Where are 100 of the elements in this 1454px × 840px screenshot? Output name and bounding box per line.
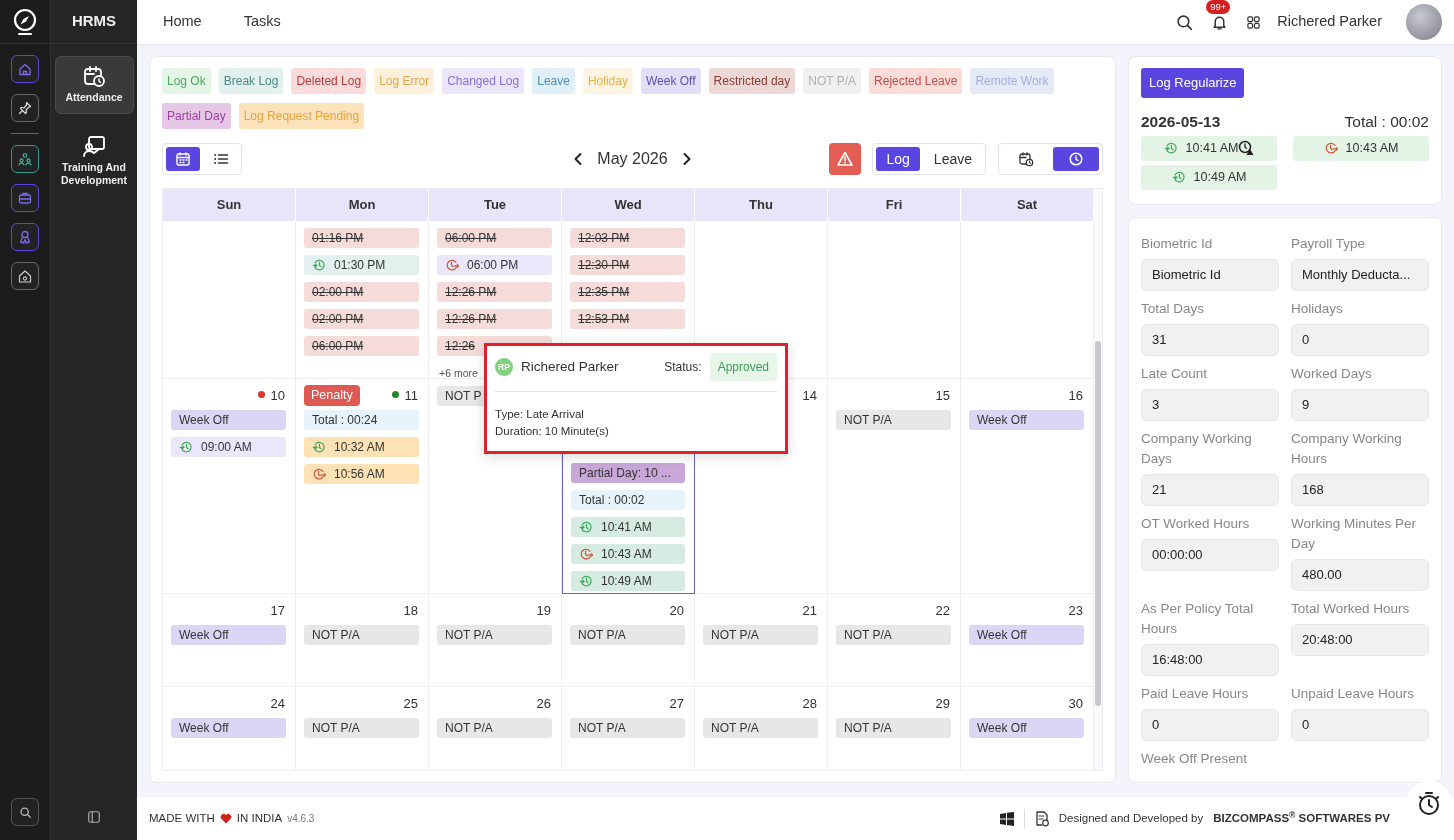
legend-tag: Rejected Leave (869, 68, 963, 94)
log-entry[interactable]: Total : 00:02 (571, 490, 685, 510)
day-number: 18 (403, 602, 418, 620)
value-field[interactable]: 0 (1291, 708, 1429, 741)
log-entry[interactable]: 12:03 PM (570, 228, 685, 248)
log-entry[interactable]: NOT P/A (703, 625, 818, 645)
calendar-clock-icon (82, 64, 106, 88)
log-entry[interactable]: 02:00 PM (304, 309, 419, 329)
value-field[interactable]: 9 (1291, 388, 1429, 421)
briefcase-button[interactable] (11, 184, 39, 212)
value-field[interactable]: Monthly Deducta... (1291, 258, 1429, 291)
value-field[interactable]: 480.00 (1291, 558, 1429, 591)
chevron-right-icon (681, 152, 692, 166)
previous-month-button[interactable] (573, 152, 584, 166)
mode-tab[interactable]: Log (876, 147, 920, 171)
log-entry[interactable]: NOT P/A (570, 625, 685, 645)
nav-link[interactable]: Tasks (243, 11, 281, 33)
log-entry[interactable]: 10:43 AM (571, 544, 685, 564)
day-number: 11 (404, 387, 418, 405)
search-icon[interactable] (1176, 13, 1194, 31)
presenter-icon (82, 133, 106, 158)
version-label: v4.6.3 (287, 812, 315, 826)
log-entry[interactable]: 01:16 PM (304, 228, 419, 248)
log-entry[interactable]: Partial Day: 10 ... (571, 463, 685, 483)
calendar-day-cell[interactable] (828, 221, 961, 379)
value-field[interactable]: 00:00:00 (1141, 538, 1279, 571)
heart-icon (219, 813, 232, 824)
log-entry[interactable]: Week Off (171, 625, 286, 645)
field-label: Late Count (1141, 364, 1209, 383)
value-field[interactable]: 0 (1291, 323, 1429, 356)
alert-button[interactable] (829, 143, 862, 175)
apps-grid-icon[interactable] (1246, 14, 1262, 30)
field-label: Unpaid Leave Hours (1291, 684, 1416, 703)
badge-button[interactable] (11, 223, 39, 251)
log-entry[interactable]: 06:00 PM (437, 255, 552, 275)
log-entry[interactable]: Week Off (171, 718, 286, 738)
log-entry[interactable]: 02:00 PM (304, 282, 419, 302)
value-field[interactable]: 31 (1141, 323, 1279, 356)
log-entry[interactable]: 09:00 AM (171, 437, 286, 457)
log-entry[interactable]: NOT P/A (437, 625, 552, 645)
log-entry[interactable]: Week Off (969, 718, 1084, 738)
log-entry[interactable]: NOT P/A (836, 718, 951, 738)
avatar[interactable] (1406, 4, 1442, 40)
log-entry[interactable]: NOT P/A (304, 718, 419, 738)
house-settings-button[interactable] (11, 262, 39, 290)
mode-tab[interactable]: Leave (923, 147, 982, 171)
log-entry[interactable]: 10:56 AM (304, 464, 419, 484)
value-field[interactable]: 0 (1141, 708, 1279, 741)
field-label: As Per Policy Total Hours (1141, 599, 1255, 638)
log-entry[interactable]: 06:00 PM (437, 228, 552, 248)
log-regularize-button[interactable]: Log Regularize (1141, 68, 1245, 98)
log-entry[interactable]: 12:26 PM (437, 282, 552, 302)
day-number: 25 (403, 695, 418, 713)
log-entry[interactable]: 12:53 PM (570, 309, 685, 329)
home-button[interactable] (11, 55, 39, 83)
log-entry[interactable]: NOT P/A (437, 718, 552, 738)
log-entry[interactable]: Week Off (969, 410, 1084, 430)
log-entry[interactable]: 12:26 PM (437, 309, 552, 329)
log-entry[interactable]: 06:00 PM (304, 336, 419, 356)
pin-button[interactable] (11, 94, 39, 122)
log-entry[interactable]: NOT P/A (836, 410, 951, 430)
log-entry[interactable]: 01:30 PM (304, 255, 419, 275)
legend-tag: Week Off (640, 68, 701, 94)
log-entry[interactable]: 10:49 AM (571, 571, 685, 591)
view-option-button[interactable] (1053, 147, 1099, 171)
badge-icon (17, 229, 33, 245)
log-entry[interactable]: 10:41 AM (571, 517, 685, 537)
user-name[interactable]: Richered Parker (1277, 11, 1382, 33)
log-entry[interactable]: NOT P/A (304, 625, 419, 645)
value-field[interactable]: 3 (1141, 388, 1279, 421)
windows-icon[interactable] (999, 811, 1014, 826)
compass-logo-icon[interactable] (12, 7, 38, 36)
document-icon[interactable] (1034, 810, 1049, 827)
people-button[interactable] (11, 145, 39, 173)
log-entry[interactable]: NOT P/A (836, 625, 951, 645)
sidebar-toggle-icon[interactable] (87, 810, 101, 825)
log-entry[interactable]: Total : 00:24 (304, 410, 419, 430)
search-button[interactable] (11, 798, 39, 826)
legend-tag: NOT P/A (803, 68, 862, 94)
scrollbar[interactable] (1095, 341, 1101, 706)
next-month-button[interactable] (681, 152, 692, 166)
more-link[interactable]: +6 more (439, 366, 478, 378)
log-entry[interactable]: Week Off (171, 410, 286, 430)
value-field[interactable]: 21 (1141, 473, 1279, 506)
log-entry[interactable]: NOT P/A (570, 718, 685, 738)
value-field[interactable]: 16:48:00 (1141, 643, 1279, 676)
value-field[interactable]: 20:48:00 (1291, 623, 1429, 656)
value-field[interactable]: Biometric Id (1141, 258, 1279, 291)
log-entry[interactable]: 12:35 PM (570, 282, 685, 302)
value-field[interactable]: 168 (1291, 473, 1429, 506)
log-entry[interactable]: 10:32 AM (304, 437, 419, 457)
log-entry[interactable]: 12:30 PM (570, 255, 685, 275)
sidebar-item[interactable]: Attendance (54, 56, 134, 114)
sidebar-item[interactable]: Training And Development (54, 125, 134, 197)
log-entry[interactable]: Week Off (969, 625, 1084, 645)
calendar-day-cell[interactable] (163, 221, 296, 379)
calendar-view-button[interactable] (166, 147, 200, 171)
nav-link[interactable]: Home (163, 11, 202, 33)
bell-icon[interactable] (1211, 14, 1229, 32)
log-entry[interactable]: NOT P/A (703, 718, 818, 738)
